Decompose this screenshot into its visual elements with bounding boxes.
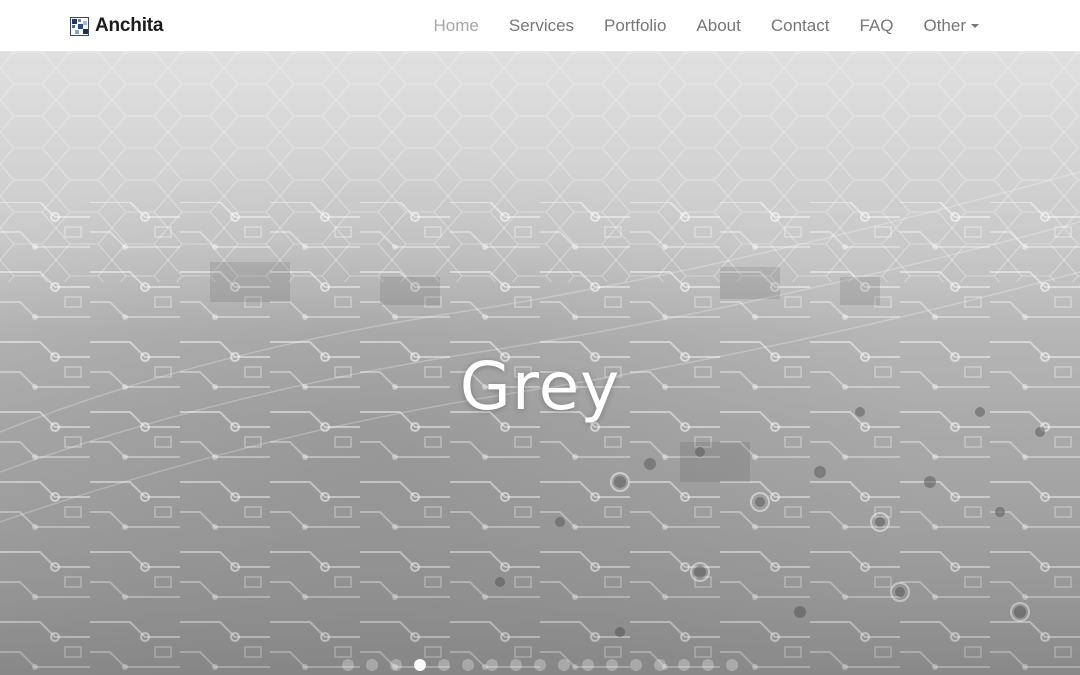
carousel-indicator-dot[interactable] [678,659,690,671]
nav-item-other-label: Other [923,16,966,35]
hero-carousel: Grey [0,52,1080,675]
nav-item-other-dropdown[interactable]: Other [908,0,994,52]
carousel-indicator-dot[interactable] [366,659,378,671]
carousel-indicators [0,659,1080,671]
carousel-indicator-dot[interactable] [582,659,594,671]
carousel-indicator-dot[interactable] [726,659,738,671]
carousel-indicator-dot[interactable] [462,659,474,671]
brand-logo-icon [70,16,89,36]
carousel-indicator-dot[interactable] [342,659,354,671]
brand-name: Anchita [95,15,164,36]
top-navbar: Anchita Home Services Portfolio About Co… [0,0,1080,52]
carousel-indicator-dot[interactable] [414,659,426,671]
carousel-indicator-dot[interactable] [630,659,642,671]
carousel-indicator-dot[interactable] [534,659,546,671]
brand-link[interactable]: Anchita [70,14,163,38]
nav-item-contact[interactable]: Contact [756,0,845,52]
nav-item-about[interactable]: About [681,0,755,52]
nav-item-portfolio[interactable]: Portfolio [589,0,681,52]
carousel-indicator-dot[interactable] [558,659,570,671]
carousel-indicator-dot[interactable] [510,659,522,671]
carousel-indicator-dot[interactable] [606,659,618,671]
hero-title: Grey [459,348,621,425]
carousel-indicator-dot[interactable] [486,659,498,671]
carousel-indicator-dot[interactable] [702,659,714,671]
carousel-indicator-dot[interactable] [654,659,666,671]
nav-item-faq[interactable]: FAQ [844,0,908,52]
caret-down-icon [971,24,979,28]
nav-item-services[interactable]: Services [494,0,589,52]
carousel-indicator-dot[interactable] [438,659,450,671]
main-nav: Home Services Portfolio About Contact FA… [419,0,995,52]
carousel-indicator-dot[interactable] [390,659,402,671]
nav-item-home[interactable]: Home [419,0,494,52]
